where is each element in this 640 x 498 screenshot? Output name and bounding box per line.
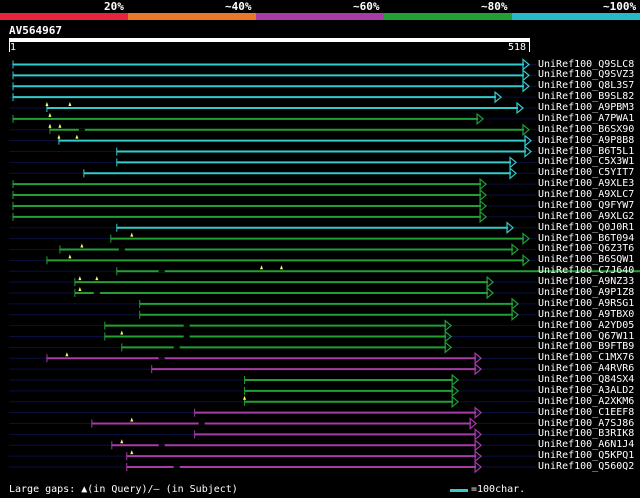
query-gap-marker-icon [65, 352, 69, 357]
hit-label[interactable]: UniRef100_Q0J0R1 [538, 222, 634, 233]
hit-label[interactable]: UniRef100_A9P8B8 [538, 135, 634, 146]
query-gap-marker-icon [75, 134, 79, 139]
query-gap-marker-icon [120, 330, 124, 335]
hit-label[interactable]: UniRef100_Q6Z3T6 [538, 243, 634, 254]
gap-legend: Large gaps: ▲(in Query)/— (in Subject) [9, 484, 238, 496]
gap-legend-prefix: Large gaps: [9, 484, 82, 495]
hit-label[interactable]: UniRef100_A2YD05 [538, 320, 634, 331]
query-gap-marker-icon [243, 395, 247, 400]
hit-label[interactable]: UniRef100_C5YIT7 [538, 167, 634, 178]
hit-label[interactable]: UniRef100_B3RIK8 [538, 428, 634, 439]
hit-label[interactable]: UniRef100_A9NZ33 [538, 276, 634, 287]
hit-label[interactable]: UniRef100_Q84SX4 [538, 374, 634, 385]
length-legend-bar [450, 489, 468, 492]
hit-label[interactable]: UniRef100_A9XLC7 [538, 189, 634, 200]
query-gap-marker-icon [130, 417, 134, 422]
hit-label[interactable]: UniRef100_Q8L3S7 [538, 80, 634, 91]
query-gap-marker-icon [58, 123, 62, 128]
hit-label[interactable]: UniRef100_Q67W11 [538, 331, 634, 342]
query-gap-marker-icon [130, 450, 134, 455]
length-legend-text: =100char. [471, 484, 526, 495]
hit-label[interactable]: UniRef100_A9P1Z8 [538, 287, 634, 298]
hit-label[interactable]: UniRef100_A3ALD2 [538, 385, 634, 396]
query-gap-marker-icon [68, 254, 72, 259]
hit-label[interactable]: UniRef100_C7J640 [538, 265, 634, 276]
hit-label[interactable]: UniRef100_B9SL82 [538, 91, 634, 102]
query-gap-marker-icon [48, 112, 52, 117]
hit-label[interactable]: UniRef100_A9TBX0 [538, 309, 634, 320]
hit-label[interactable]: UniRef100_B6T094 [538, 233, 634, 244]
subject-gap-text: (in Subject) [159, 484, 238, 495]
hit-label[interactable]: UniRef100_A9RSG1 [538, 298, 634, 309]
query-gap-marker-icon [120, 439, 124, 444]
query-gap-marker-icon [57, 134, 61, 139]
hit-label[interactable]: UniRef100_B9FTB9 [538, 341, 634, 352]
query-gap-text: (in Query)/ [87, 484, 154, 495]
query-gap-marker-icon [95, 276, 99, 281]
query-gap-marker-icon [45, 102, 49, 107]
hit-label[interactable]: UniRef100_A7SJ86 [538, 418, 634, 429]
hit-label[interactable]: UniRef100_B6SQW1 [538, 254, 634, 265]
hit-label[interactable]: UniRef100_A9PBM3 [538, 102, 634, 113]
query-gap-marker-icon [80, 243, 84, 248]
hit-label[interactable]: UniRef100_C5X3W1 [538, 156, 634, 167]
hit-label[interactable]: UniRef100_B6SX90 [538, 124, 634, 135]
hit-label[interactable]: UniRef100_Q9SVZ3 [538, 69, 634, 80]
query-gap-marker-icon [78, 276, 82, 281]
query-gap-marker-icon [260, 265, 264, 270]
hit-label[interactable]: UniRef100_A7PWA1 [538, 113, 634, 124]
hit-label[interactable]: UniRef100_C1MX76 [538, 352, 634, 363]
hit-label[interactable]: UniRef100_Q9FYW7 [538, 200, 634, 211]
query-gap-marker-icon [279, 265, 283, 270]
query-gap-marker-icon [78, 286, 82, 291]
hit-label[interactable]: UniRef100_A9XLE3 [538, 178, 634, 189]
hit-label[interactable]: UniRef100_Q5KPQ1 [538, 450, 634, 461]
query-gap-marker-icon [68, 102, 72, 107]
hit-label[interactable]: UniRef100_Q9SLC8 [538, 59, 634, 70]
hit-label[interactable]: UniRef100_Q560Q2 [538, 461, 634, 472]
query-gap-marker-icon [130, 232, 134, 237]
hit-label[interactable]: UniRef100_A2XKM6 [538, 396, 634, 407]
hit-label[interactable]: UniRef100_C1EEF8 [538, 407, 634, 418]
query-gap-marker-icon [48, 123, 52, 128]
hit-label[interactable]: UniRef100_A4RVR6 [538, 363, 634, 374]
hit-label[interactable]: UniRef100_A6N1J4 [538, 439, 634, 450]
hit-label[interactable]: UniRef100_B6T5L1 [538, 146, 634, 157]
hit-label[interactable]: UniRef100_A9XLG2 [538, 211, 634, 222]
